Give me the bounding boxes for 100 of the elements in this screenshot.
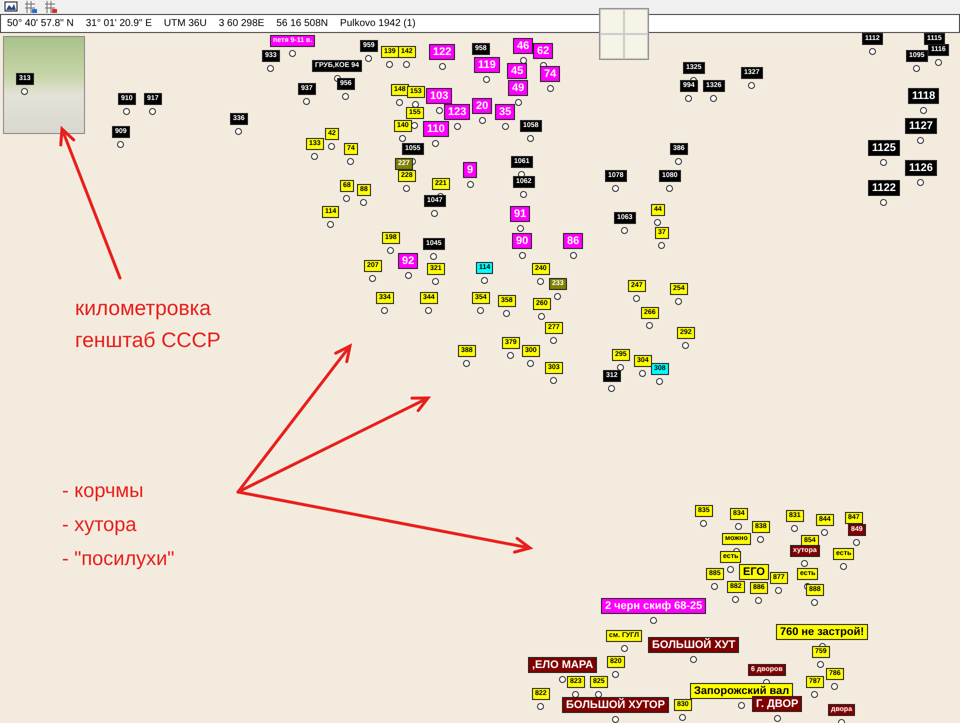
pin-icon (328, 142, 336, 150)
pin-icon (360, 198, 368, 206)
pin-icon (342, 92, 350, 100)
pin-icon (732, 596, 740, 603)
pin-icon (546, 85, 554, 92)
note-text: - корчмы (62, 479, 145, 504)
pin-icon (595, 690, 602, 698)
pin-icon (570, 252, 577, 260)
pin-icon (738, 702, 746, 710)
pin-icon (516, 225, 524, 232)
pin-icon (755, 596, 762, 604)
pin-icon (478, 117, 486, 124)
pin-icon (502, 123, 509, 130)
pin-icon (483, 76, 490, 84)
pin-icon (386, 60, 394, 68)
pin-icon (612, 184, 620, 192)
map-icon[interactable] (4, 0, 18, 14)
pin-icon (880, 199, 888, 206)
utm-zone-text: UTM 36U (164, 18, 207, 29)
pin-icon (403, 60, 410, 68)
pin-icon (289, 50, 296, 57)
pin-icon (920, 107, 928, 114)
pin-icon (123, 108, 130, 115)
pin-icon (369, 274, 376, 282)
northing-text: 56 16 508N (276, 18, 328, 29)
pin-icon (727, 566, 734, 573)
pin-icon (425, 306, 432, 314)
pin-icon (917, 137, 924, 144)
pin-icon (831, 682, 838, 690)
pin-icon (700, 520, 708, 527)
pin-icon (463, 360, 470, 367)
pin-icon (801, 560, 808, 567)
grid-icon[interactable] (44, 0, 58, 14)
pin-icon (481, 276, 488, 284)
pin-icon (917, 179, 924, 186)
pin-icon (117, 140, 124, 148)
pin-icon (811, 690, 818, 698)
pin-icon (612, 670, 620, 678)
pin-icon (633, 294, 640, 302)
pin-icon (396, 98, 404, 106)
pin-icon (621, 226, 628, 234)
datum-text: Pulkovo 1942 (1) (340, 18, 416, 29)
note-text: - хутора (62, 513, 138, 538)
waypoint-label[interactable]: Г. ДВОР (752, 696, 802, 712)
grid-widget[interactable] (599, 8, 649, 60)
pin-icon (612, 716, 619, 723)
waypoint-label[interactable]: БОЛЬШОЙ ХУТ (648, 637, 740, 654)
pin-icon (466, 181, 474, 188)
waypoint-label[interactable]: 1122 (868, 180, 900, 196)
pin-icon (679, 714, 686, 721)
pin-icon (868, 48, 876, 55)
pin-icon (514, 99, 522, 106)
note-text: - "посилухи" (62, 547, 174, 572)
pin-icon (537, 278, 544, 285)
pin-icon (690, 656, 698, 664)
pin-icon (572, 690, 580, 698)
pin-icon (343, 194, 350, 202)
pin-icon (853, 538, 860, 546)
pin-icon (432, 278, 440, 285)
pin-icon (430, 252, 438, 260)
grid-icon[interactable] (24, 0, 38, 14)
pin-icon (327, 220, 334, 228)
pin-icon (550, 336, 558, 344)
pin-icon (311, 152, 318, 160)
pin-icon (608, 384, 616, 392)
map-thumbnail[interactable] (3, 36, 85, 134)
pin-icon (748, 82, 756, 89)
pin-icon (682, 342, 690, 349)
pin-icon (412, 100, 420, 108)
pin-icon (436, 107, 443, 114)
waypoint-label[interactable]: Запорожский вал (690, 683, 794, 700)
waypoint-label[interactable]: БОЛЬШОЙ ХУТОР (562, 697, 669, 714)
pin-icon (454, 123, 461, 130)
pin-icon (675, 158, 682, 165)
waypoint-label[interactable]: 760 не застрой! (776, 624, 868, 640)
pin-icon (710, 94, 718, 102)
pin-icon (527, 360, 534, 367)
waypoint-label[interactable]: 1118 (908, 88, 940, 104)
pin-icon (267, 64, 274, 72)
caption-text: километровка генштаб СССР (75, 296, 221, 354)
pin-icon (538, 312, 546, 320)
pin-icon (711, 582, 718, 590)
pin-icon (735, 522, 742, 530)
pin-icon (404, 272, 412, 280)
waypoint-label[interactable]: ЕГО (739, 564, 769, 580)
pin-icon (650, 617, 658, 624)
pin-icon (149, 108, 156, 115)
waypoint-label[interactable]: 1127 (905, 118, 937, 134)
pin-icon (821, 528, 828, 536)
pin-icon (775, 586, 782, 594)
pin-icon (550, 376, 558, 384)
pin-icon (503, 310, 510, 317)
waypoint-label[interactable]: ,ЕЛО МАРА (528, 657, 598, 674)
pin-icon (656, 378, 664, 385)
waypoint-label[interactable]: 1125 (868, 140, 900, 156)
pin-icon (518, 252, 526, 260)
pin-icon (646, 322, 654, 329)
pin-icon (913, 64, 920, 72)
pin-icon (303, 98, 310, 105)
waypoint-label[interactable]: 1126 (905, 160, 937, 176)
